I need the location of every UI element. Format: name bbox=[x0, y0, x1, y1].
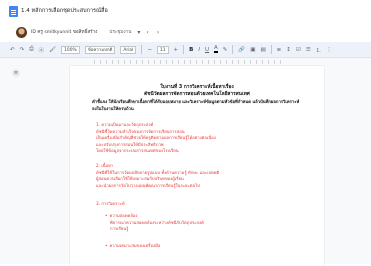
section-analysis: 3. การวิเคราะห์ bbox=[96, 201, 296, 208]
bullet-item: ความสอดคล้อง พิจารณาความสอดคล้องระหว่างด… bbox=[109, 213, 290, 233]
toolbar-divider bbox=[183, 45, 185, 54]
account-label[interactable]: ID ครู smitkyunnit ขอสิทธิ์สร้าง bbox=[31, 29, 97, 36]
bulleted-list-icon[interactable]: ☰ bbox=[306, 47, 311, 53]
section-line: โดยใช้ข้อมูลจากระบบสารสนเทศของโรงเรียน bbox=[96, 148, 179, 153]
underline-button[interactable]: U bbox=[205, 47, 209, 53]
chevron-down-icon[interactable]: ▾ bbox=[137, 29, 140, 36]
line-spacing-icon[interactable]: ↕ bbox=[286, 47, 291, 53]
back-arrow-icon[interactable]: ‹ bbox=[146, 29, 148, 36]
horizontal-ruler[interactable] bbox=[0, 58, 371, 66]
checklist-icon[interactable]: ☑ bbox=[296, 47, 301, 53]
document-workspace: ≡ ใบงานที่ 3 การวิเคราะห์เนื้อหาเรื่อง ด… bbox=[0, 66, 371, 266]
bullet-item: ความเหมาะสมของเครื่องมือ bbox=[109, 243, 290, 250]
worksheet-subtitle: ดัชนีวัดผลการจัดการสอนด้วยเทคโนโลยีสารสน… bbox=[144, 92, 250, 97]
font-size-field[interactable]: 11 bbox=[156, 45, 169, 54]
numbered-list-icon[interactable]: ⒈ bbox=[316, 46, 322, 54]
account-bar: ID ครู smitkyunnit ขอสิทธิ์สร้าง ประชุมง… bbox=[0, 22, 371, 42]
undo-icon[interactable]: ↶ bbox=[10, 47, 15, 53]
italic-button[interactable]: I bbox=[198, 47, 200, 53]
toolbar-divider bbox=[270, 45, 272, 54]
section-content: 2. เนื้อหา ดัชนีที่ใช้ในการวัดผลมีหลายรู… bbox=[96, 163, 296, 189]
style-select[interactable]: ข้อความปกติ bbox=[84, 45, 116, 54]
font-size-decrease-button[interactable]: − bbox=[147, 47, 152, 53]
ruler-ticks bbox=[94, 60, 286, 64]
toolbar-divider bbox=[232, 45, 234, 54]
image-icon[interactable]: ▤ bbox=[260, 47, 265, 53]
font-size-increase-button[interactable]: + bbox=[174, 47, 179, 53]
paint-format-icon[interactable]: 🖌 bbox=[49, 47, 56, 53]
avatar[interactable] bbox=[16, 26, 27, 38]
title-bar: 1.4 หลักการเลือกชุดประสบการณ์สื่อ bbox=[0, 0, 371, 22]
worksheet-title: ใบงานที่ 3 การวิเคราะห์เนื้อหาเรื่อง bbox=[160, 85, 234, 90]
document-page[interactable]: ใบงานที่ 3 การวิเคราะห์เนื้อหาเรื่อง ดัช… bbox=[70, 66, 324, 266]
instructions-paragraph: คำชี้แจง ให้นักเรียนศึกษาเนื้อหาที่ได้รั… bbox=[92, 99, 300, 111]
redo-icon[interactable]: ↷ bbox=[20, 47, 25, 53]
bullet-title: ความเหมาะสมของเครื่องมือ bbox=[109, 243, 290, 250]
toolbar-divider bbox=[141, 45, 143, 54]
status-label[interactable]: ประชุมงาน bbox=[109, 29, 131, 36]
comment-icon[interactable]: ▣ bbox=[250, 47, 255, 53]
link-icon[interactable]: 🔗 bbox=[238, 47, 245, 53]
section-background: 1. ความเป็นมาและวัตถุประสงค์ ดัชนีชี้วัด… bbox=[96, 122, 296, 155]
document-title[interactable]: 1.4 หลักการเลือกชุดประสบการณ์สื่อ bbox=[21, 7, 108, 15]
formatting-toolbar: ↶ ↷ ⎙ ⓐ 🖌 100% ข้อความปกติ Arial − 11 + … bbox=[0, 42, 371, 58]
zoom-select[interactable]: 100% bbox=[61, 45, 80, 54]
docs-window: 1.4 หลักการเลือกชุดประสบการณ์สื่อ ID ครู… bbox=[0, 0, 371, 266]
more-options-icon[interactable]: ⋮ bbox=[326, 47, 332, 53]
align-icon[interactable]: ≡ bbox=[277, 47, 282, 53]
docs-icon bbox=[9, 5, 18, 17]
spellcheck-icon[interactable]: ⓐ bbox=[39, 46, 45, 54]
outline-icon[interactable]: ≡ bbox=[12, 69, 20, 77]
highlight-icon[interactable]: ✎ bbox=[223, 47, 228, 53]
section-heading: 3. การวิเคราะห์ bbox=[96, 201, 125, 206]
bold-button[interactable]: B bbox=[189, 47, 193, 53]
bullet-line: การเรียนรู้ bbox=[110, 226, 129, 231]
text-color-button[interactable]: A bbox=[214, 45, 218, 53]
font-select[interactable]: Arial bbox=[120, 45, 137, 54]
print-icon[interactable]: ⎙ bbox=[29, 46, 33, 53]
forward-arrow-icon[interactable]: › bbox=[157, 29, 159, 36]
section-line: และนำผลการวัดไปวางแผนพัฒนาการเรียนรู้ในร… bbox=[96, 182, 200, 188]
